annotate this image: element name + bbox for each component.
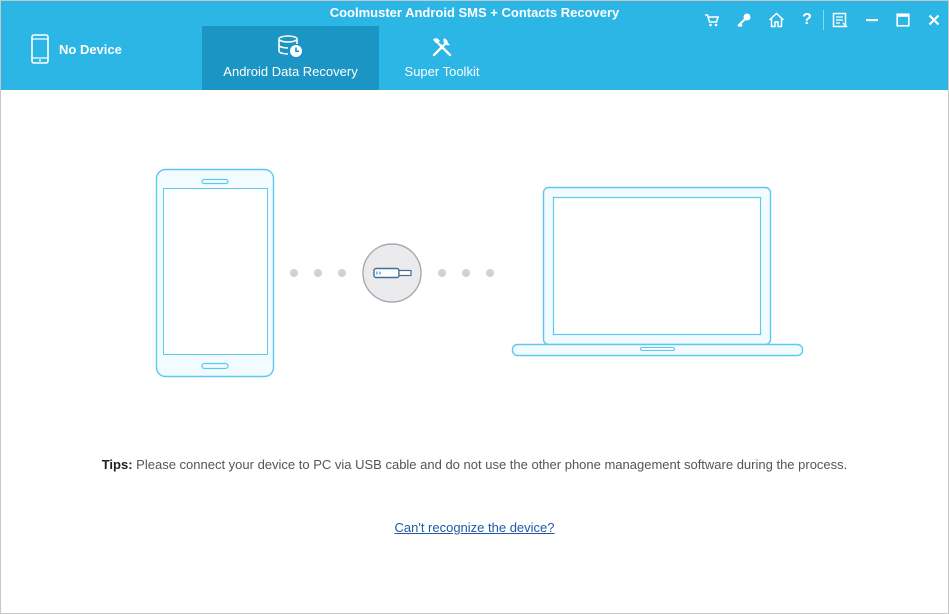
connection-illustration [155, 168, 804, 378]
tips-text: Tips: Please connect your device to PC v… [1, 457, 948, 472]
connection-dots-right [438, 269, 494, 277]
tips-message: Please connect your device to PC via USB… [136, 457, 848, 472]
tips-prefix: Tips: [101, 457, 133, 472]
phone-illustration [155, 168, 275, 378]
cant-recognize-link[interactable]: Can't recognize the device? [1, 520, 948, 535]
laptop-illustration [511, 186, 804, 357]
usb-cable-icon [362, 243, 422, 303]
connection-dots-left [290, 269, 346, 277]
app-window: Coolmuster Android SMS + Contacts Recove… [0, 0, 949, 614]
